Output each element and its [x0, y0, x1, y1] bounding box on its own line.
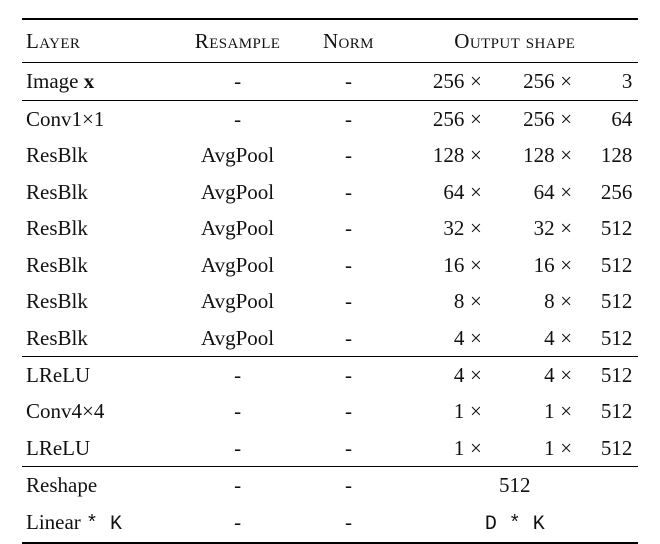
table-body: Image x--256×256×3Conv1×1--256×256×64Res…	[22, 63, 638, 543]
output-shape-cell: 256×256×3	[392, 63, 638, 100]
resample-cell: -	[170, 63, 306, 100]
norm-cell: -	[305, 393, 391, 429]
resample-cell: -	[170, 100, 306, 137]
norm-cell: -	[305, 356, 391, 393]
resample-cell: AvgPool	[170, 247, 306, 283]
header-resample: Resample	[170, 19, 306, 63]
layer-cell: ResBlk	[22, 210, 170, 246]
resample-cell: AvgPool	[170, 137, 306, 173]
table-row: Linear * K--D * K	[22, 504, 638, 543]
output-shape-cell: 4×4×512	[392, 320, 638, 357]
output-shape-cell: 64×64×256	[392, 174, 638, 210]
header-output: Output shape	[392, 19, 638, 63]
norm-cell: -	[305, 467, 391, 504]
output-shape-cell: 1×1×512	[392, 393, 638, 429]
resample-cell: AvgPool	[170, 283, 306, 319]
table-row: ResBlkAvgPool-64×64×256	[22, 174, 638, 210]
norm-cell: -	[305, 283, 391, 319]
layer-cell: Conv1×1	[22, 100, 170, 137]
table-header-row: Layer Resample Norm Output shape	[22, 19, 638, 63]
output-shape-cell: D * K	[392, 504, 638, 543]
layer-cell: ResBlk	[22, 174, 170, 210]
layer-cell: ResBlk	[22, 320, 170, 357]
table-row: LReLU--1×1×512	[22, 430, 638, 467]
norm-cell: -	[305, 210, 391, 246]
output-shape-cell: 8×8×512	[392, 283, 638, 319]
table-row: ResBlkAvgPool-16×16×512	[22, 247, 638, 283]
resample-cell: AvgPool	[170, 210, 306, 246]
resample-cell: -	[170, 430, 306, 467]
table-row: Image x--256×256×3	[22, 63, 638, 100]
resample-cell: AvgPool	[170, 320, 306, 357]
layer-cell: Conv4×4	[22, 393, 170, 429]
architecture-table: Layer Resample Norm Output shape Image x…	[22, 18, 638, 544]
resample-cell: -	[170, 504, 306, 543]
layer-cell: LReLU	[22, 356, 170, 393]
layer-cell: ResBlk	[22, 137, 170, 173]
output-shape-cell: 32×32×512	[392, 210, 638, 246]
table-row: LReLU--4×4×512	[22, 356, 638, 393]
layer-cell: Linear * K	[22, 504, 170, 543]
table-row: Conv4×4--1×1×512	[22, 393, 638, 429]
norm-cell: -	[305, 100, 391, 137]
header-norm: Norm	[305, 19, 391, 63]
table-row: Reshape--512	[22, 467, 638, 504]
layer-cell: Reshape	[22, 467, 170, 504]
output-shape-cell: 1×1×512	[392, 430, 638, 467]
output-shape-cell: 512	[392, 467, 638, 504]
page: Layer Resample Norm Output shape Image x…	[0, 0, 660, 534]
norm-cell: -	[305, 504, 391, 543]
norm-cell: -	[305, 174, 391, 210]
output-shape-cell: 256×256×64	[392, 100, 638, 137]
output-shape-cell: 128×128×128	[392, 137, 638, 173]
header-layer: Layer	[22, 19, 170, 63]
norm-cell: -	[305, 137, 391, 173]
resample-cell: -	[170, 467, 306, 504]
resample-cell: AvgPool	[170, 174, 306, 210]
norm-cell: -	[305, 63, 391, 100]
resample-cell: -	[170, 356, 306, 393]
norm-cell: -	[305, 247, 391, 283]
output-shape-cell: 4×4×512	[392, 356, 638, 393]
resample-cell: -	[170, 393, 306, 429]
layer-cell: Image x	[22, 63, 170, 100]
layer-cell: ResBlk	[22, 283, 170, 319]
norm-cell: -	[305, 430, 391, 467]
table-row: ResBlkAvgPool-128×128×128	[22, 137, 638, 173]
output-shape-cell: 16×16×512	[392, 247, 638, 283]
norm-cell: -	[305, 320, 391, 357]
layer-cell: LReLU	[22, 430, 170, 467]
layer-cell: ResBlk	[22, 247, 170, 283]
table-row: ResBlkAvgPool-32×32×512	[22, 210, 638, 246]
table-row: ResBlkAvgPool-4×4×512	[22, 320, 638, 357]
table-row: Conv1×1--256×256×64	[22, 100, 638, 137]
table-row: ResBlkAvgPool-8×8×512	[22, 283, 638, 319]
